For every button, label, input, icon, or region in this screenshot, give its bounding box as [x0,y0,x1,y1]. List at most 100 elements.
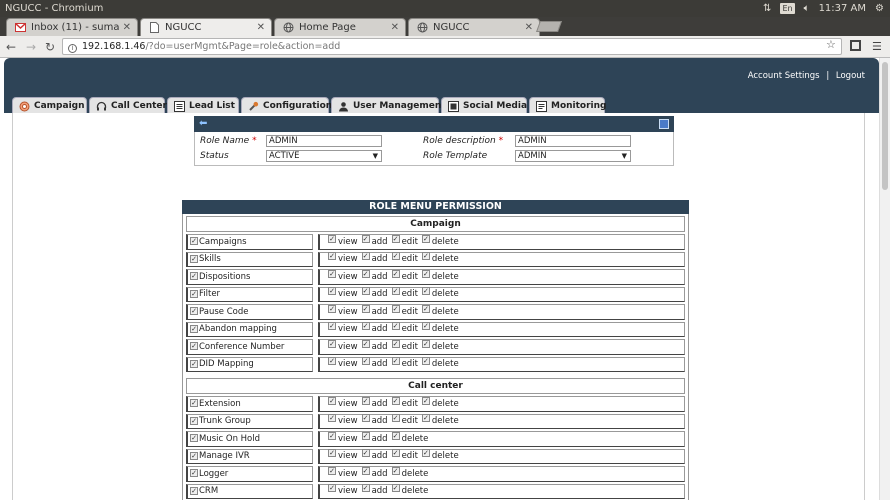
nav-tab-campaign[interactable]: Campaign [12,97,87,114]
add-checkbox[interactable]: ✓ [361,396,370,405]
add-checkbox[interactable]: ✓ [361,466,370,475]
menu-checkbox[interactable]: ✓ [190,272,198,280]
add-checkbox[interactable]: ✓ [361,252,370,261]
delete-checkbox[interactable]: ✓ [391,466,400,475]
menu-checkbox[interactable]: ✓ [190,307,198,315]
bookmark-star-icon[interactable]: ☆ [826,38,836,51]
view-checkbox[interactable]: ✓ [328,396,336,405]
edit-checkbox[interactable]: ✓ [391,322,400,331]
delete-checkbox[interactable]: ✓ [391,484,400,493]
nav-tab-call-center[interactable]: Call Center [89,97,167,114]
status-select[interactable]: ACTIVE ▼ [266,150,382,162]
clock[interactable]: 11:37 AM [819,0,866,17]
account-settings-link[interactable]: Account Settings [748,71,820,81]
forward-arrow-icon[interactable]: → [24,39,38,55]
view-checkbox[interactable]: ✓ [328,304,336,313]
browser-tab-gmail[interactable]: Inbox (11) - sumang ✕ [6,18,138,36]
add-checkbox[interactable]: ✓ [361,234,370,243]
edit-checkbox[interactable]: ✓ [391,357,400,366]
view-checkbox[interactable]: ✓ [328,287,336,296]
delete-checkbox[interactable]: ✓ [421,396,430,405]
settings-gear-icon[interactable]: ⚙ [875,0,884,17]
edit-checkbox[interactable]: ✓ [391,414,400,423]
view-checkbox[interactable]: ✓ [328,339,336,348]
edit-checkbox[interactable]: ✓ [391,449,400,458]
back-arrow-icon[interactable]: ← [4,39,18,55]
delete-checkbox[interactable]: ✓ [421,234,430,243]
role-name-input[interactable]: ADMIN [266,135,382,147]
nav-tab-user-management[interactable]: User Management [331,97,446,114]
menu-checkbox[interactable]: ✓ [190,486,198,495]
network-arrows-icon[interactable]: ⇅ [763,0,771,17]
add-checkbox[interactable]: ✓ [361,484,370,493]
add-checkbox[interactable]: ✓ [361,357,370,366]
logout-link[interactable]: Logout [836,71,865,81]
edit-checkbox[interactable]: ✓ [391,234,400,243]
add-checkbox[interactable]: ✓ [361,449,370,458]
role-template-select[interactable]: ADMIN ▼ [515,150,631,162]
add-checkbox[interactable]: ✓ [361,322,370,331]
menu-checkbox[interactable]: ✓ [190,451,198,460]
view-checkbox[interactable]: ✓ [328,449,336,458]
nav-tab-monitoring[interactable]: Monitoring [529,97,607,114]
browser-tab-ngucc[interactable]: NGUCC ✕ [408,18,540,36]
view-checkbox[interactable]: ✓ [328,322,336,331]
add-checkbox[interactable]: ✓ [361,431,370,440]
delete-checkbox[interactable]: ✓ [421,322,430,331]
delete-checkbox[interactable]: ✓ [421,449,430,458]
delete-checkbox[interactable]: ✓ [391,431,400,440]
menu-checkbox[interactable]: ✓ [190,342,198,350]
add-checkbox[interactable]: ✓ [361,269,370,278]
close-tab-icon[interactable]: ✕ [123,22,131,33]
view-checkbox[interactable]: ✓ [328,414,336,423]
edit-checkbox[interactable]: ✓ [391,252,400,261]
delete-checkbox[interactable]: ✓ [421,252,430,261]
add-checkbox[interactable]: ✓ [361,414,370,423]
site-info-icon[interactable]: i [68,44,77,53]
menu-checkbox[interactable]: ✓ [190,469,198,477]
browser-menu-icon[interactable]: ☰ [872,40,882,53]
menu-checkbox[interactable]: ✓ [190,254,198,263]
save-icon[interactable] [659,119,669,129]
menu-checkbox[interactable]: ✓ [190,416,198,425]
page-scrollbar[interactable] [879,58,890,500]
delete-checkbox[interactable]: ✓ [421,287,430,296]
browser-tab-ngucc-active[interactable]: NGUCC ✕ [140,18,272,36]
nav-tab-social-media[interactable]: Social Media [441,97,527,114]
view-checkbox[interactable]: ✓ [328,234,336,243]
menu-checkbox[interactable]: ✓ [190,359,198,368]
menu-checkbox[interactable]: ✓ [190,399,198,407]
edit-checkbox[interactable]: ✓ [391,339,400,348]
nav-tab-configuration[interactable]: Configuration [241,97,332,114]
menu-checkbox[interactable]: ✓ [190,324,198,333]
volume-icon[interactable]: 🔈︎ [804,0,810,17]
delete-checkbox[interactable]: ✓ [421,269,430,278]
view-checkbox[interactable]: ✓ [328,269,336,278]
view-checkbox[interactable]: ✓ [328,252,336,261]
view-checkbox[interactable]: ✓ [328,357,336,366]
view-checkbox[interactable]: ✓ [328,484,336,493]
delete-checkbox[interactable]: ✓ [421,414,430,423]
edit-checkbox[interactable]: ✓ [391,396,400,405]
close-tab-icon[interactable]: ✕ [257,22,265,33]
add-checkbox[interactable]: ✓ [361,304,370,313]
delete-checkbox[interactable]: ✓ [421,357,430,366]
edit-checkbox[interactable]: ✓ [391,287,400,296]
scrollbar-thumb[interactable] [882,62,888,190]
view-checkbox[interactable]: ✓ [328,466,336,475]
add-checkbox[interactable]: ✓ [361,339,370,348]
delete-checkbox[interactable]: ✓ [421,339,430,348]
menu-checkbox[interactable]: ✓ [190,289,198,298]
keyboard-language-indicator[interactable]: En [780,3,795,14]
nav-tab-lead-list[interactable]: Lead List [167,97,239,114]
menu-checkbox[interactable]: ✓ [190,434,198,442]
close-tab-icon[interactable]: ✕ [525,22,533,33]
extension-icon[interactable] [850,40,861,51]
view-checkbox[interactable]: ✓ [328,431,336,440]
add-checkbox[interactable]: ✓ [361,287,370,296]
reload-icon[interactable]: ↻ [43,39,57,55]
edit-checkbox[interactable]: ✓ [391,304,400,313]
edit-checkbox[interactable]: ✓ [391,269,400,278]
new-tab-button[interactable] [535,21,563,32]
menu-checkbox[interactable]: ✓ [190,237,198,245]
